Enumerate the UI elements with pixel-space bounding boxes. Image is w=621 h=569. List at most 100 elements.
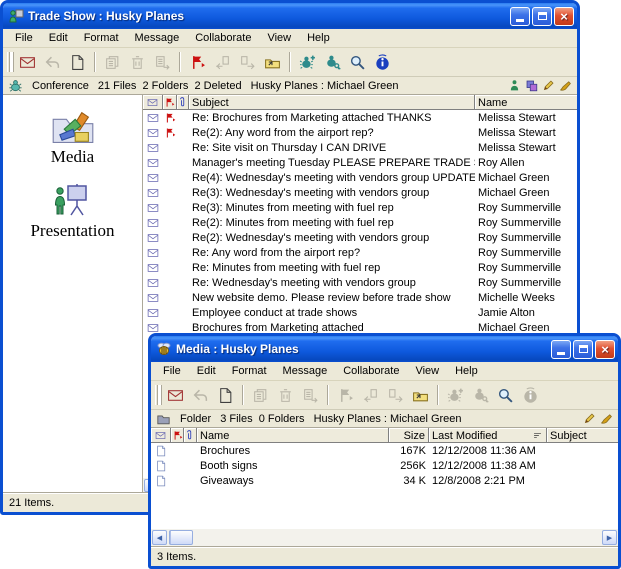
add-member-button[interactable] xyxy=(443,384,467,407)
close-button[interactable]: × xyxy=(595,340,615,359)
member-access-button[interactable] xyxy=(320,51,344,74)
column-header-subject[interactable]: Subject xyxy=(189,95,475,110)
titlebar-media[interactable]: Media : Husky Planes × xyxy=(151,336,618,362)
message-row[interactable]: Manager's meeting Tuesday PLEASE PREPARE… xyxy=(143,155,577,170)
message-row[interactable]: Re(2): Minutes from meeting with fuel re… xyxy=(143,215,577,230)
menu-format[interactable]: Format xyxy=(224,363,275,379)
add-member-button[interactable] xyxy=(295,51,319,74)
column-header-flag[interactable] xyxy=(163,95,177,110)
column-header-name[interactable]: Name xyxy=(475,95,577,110)
message-row[interactable]: Re: Wednesday's meeting with vendors gro… xyxy=(143,275,577,290)
toolbar-separator xyxy=(437,385,438,405)
column-header-subject[interactable]: Subject xyxy=(547,428,618,443)
column-header-type[interactable] xyxy=(151,428,171,443)
titlebar-trade-show[interactable]: Trade Show : Husky Planes × xyxy=(3,3,577,29)
menu-message[interactable]: Message xyxy=(275,363,336,379)
minimize-button[interactable] xyxy=(510,7,530,26)
toolbar-grip[interactable] xyxy=(155,385,158,405)
new-message-button[interactable] xyxy=(163,384,187,407)
column-header-last-modified[interactable]: Last Modified xyxy=(429,428,547,443)
envelope-icon xyxy=(147,202,159,214)
horizontal-scrollbar[interactable]: ◀ ▶ xyxy=(151,529,618,546)
pencil-icon[interactable] xyxy=(583,412,596,425)
column-header-attachment[interactable] xyxy=(177,95,189,110)
delete-button[interactable] xyxy=(273,384,297,407)
reply-button[interactable] xyxy=(40,51,64,74)
reply-thread-button[interactable] xyxy=(358,384,382,407)
file-row[interactable]: Brochures167K12/12/2008 11:36 AM xyxy=(151,443,618,458)
column-header-name[interactable]: Name xyxy=(197,428,389,443)
column-header-flag[interactable] xyxy=(171,428,184,443)
reply-icon xyxy=(44,54,61,71)
message-row[interactable]: Employee conduct at trade showsJamie Alt… xyxy=(143,305,577,320)
copy-into-new-button[interactable] xyxy=(100,51,124,74)
message-type-cell xyxy=(143,217,163,229)
move-to-folder-button[interactable] xyxy=(408,384,432,407)
menu-file[interactable]: File xyxy=(7,30,41,46)
scroll-left-button[interactable]: ◀ xyxy=(152,530,167,545)
column-header-type[interactable] xyxy=(143,95,163,110)
sidebar-item-media[interactable]: Media xyxy=(51,109,95,167)
file-size-cell: 256K xyxy=(389,460,429,472)
flag-button[interactable] xyxy=(333,384,357,407)
menu-edit[interactable]: Edit xyxy=(189,363,224,379)
menu-view[interactable]: View xyxy=(407,363,447,379)
message-row[interactable]: Re(2): Any word from the airport rep?Mel… xyxy=(143,125,577,140)
member-access-button[interactable] xyxy=(468,384,492,407)
column-header-attachment[interactable] xyxy=(184,428,197,443)
pen-icon[interactable] xyxy=(600,412,613,425)
message-row[interactable]: Re(3): Wednesday's meeting with vendors … xyxy=(143,185,577,200)
menu-file[interactable]: File xyxy=(155,363,189,379)
menu-view[interactable]: View xyxy=(259,30,299,46)
message-row[interactable]: Re(4): Wednesday's meeting with vendors … xyxy=(143,170,577,185)
search-button[interactable] xyxy=(345,51,369,74)
reply-button[interactable] xyxy=(188,384,212,407)
file-row[interactable]: Giveaways34 K12/8/2008 2:21 PM xyxy=(151,473,618,488)
maximize-button[interactable] xyxy=(573,340,593,359)
menu-edit[interactable]: Edit xyxy=(41,30,76,46)
search-button[interactable] xyxy=(493,384,517,407)
file-row[interactable]: Booth signs256K12/12/2008 11:38 AM xyxy=(151,458,618,473)
column-header-size[interactable]: Size xyxy=(389,428,429,443)
message-row[interactable]: New website demo. Please review before t… xyxy=(143,290,577,305)
new-document-button[interactable] xyxy=(213,384,237,407)
organize-button[interactable] xyxy=(150,51,174,74)
flag-button[interactable] xyxy=(185,51,209,74)
close-button[interactable]: × xyxy=(554,7,574,26)
name-cell: Jamie Alton xyxy=(475,307,577,319)
message-row[interactable]: Re: Brochures from Marketing attached TH… xyxy=(143,110,577,125)
new-message-button[interactable] xyxy=(15,51,39,74)
forward-thread-button[interactable] xyxy=(383,384,407,407)
pen-icon[interactable] xyxy=(559,79,572,92)
message-row[interactable]: Re(2): Wednesday's meeting with vendors … xyxy=(143,230,577,245)
sidebar-item-presentation[interactable]: Presentation xyxy=(30,183,114,241)
menu-message[interactable]: Message xyxy=(127,30,188,46)
menu-help[interactable]: Help xyxy=(447,363,486,379)
menu-collaborate[interactable]: Collaborate xyxy=(335,363,407,379)
message-row[interactable]: Re(3): Minutes from meeting with fuel re… xyxy=(143,200,577,215)
message-row[interactable]: Re: Site visit on Thursday I CAN DRIVEMe… xyxy=(143,140,577,155)
message-type-cell xyxy=(143,112,163,124)
menu-help[interactable]: Help xyxy=(299,30,338,46)
minimize-button[interactable] xyxy=(551,340,571,359)
message-row[interactable]: Re: Any word from the airport rep?Roy Su… xyxy=(143,245,577,260)
menu-format[interactable]: Format xyxy=(76,30,127,46)
new-document-button[interactable] xyxy=(65,51,89,74)
scrollbar-thumb[interactable] xyxy=(169,530,193,545)
delete-button[interactable] xyxy=(125,51,149,74)
info-button[interactable] xyxy=(518,384,542,407)
copy-into-new-button[interactable] xyxy=(248,384,272,407)
flag-icon xyxy=(164,127,176,139)
info-button[interactable] xyxy=(370,51,394,74)
move-to-folder-button[interactable] xyxy=(260,51,284,74)
menu-collaborate[interactable]: Collaborate xyxy=(187,30,259,46)
message-row[interactable]: Re: Minutes from meeting with fuel repRo… xyxy=(143,260,577,275)
reply-thread-button[interactable] xyxy=(210,51,234,74)
toolbar-grip[interactable] xyxy=(7,52,10,72)
pages-icon[interactable] xyxy=(525,79,538,92)
maximize-button[interactable] xyxy=(532,7,552,26)
pencil-icon[interactable] xyxy=(542,79,555,92)
organize-button[interactable] xyxy=(298,384,322,407)
forward-thread-button[interactable] xyxy=(235,51,259,74)
scroll-right-button[interactable]: ▶ xyxy=(602,530,617,545)
